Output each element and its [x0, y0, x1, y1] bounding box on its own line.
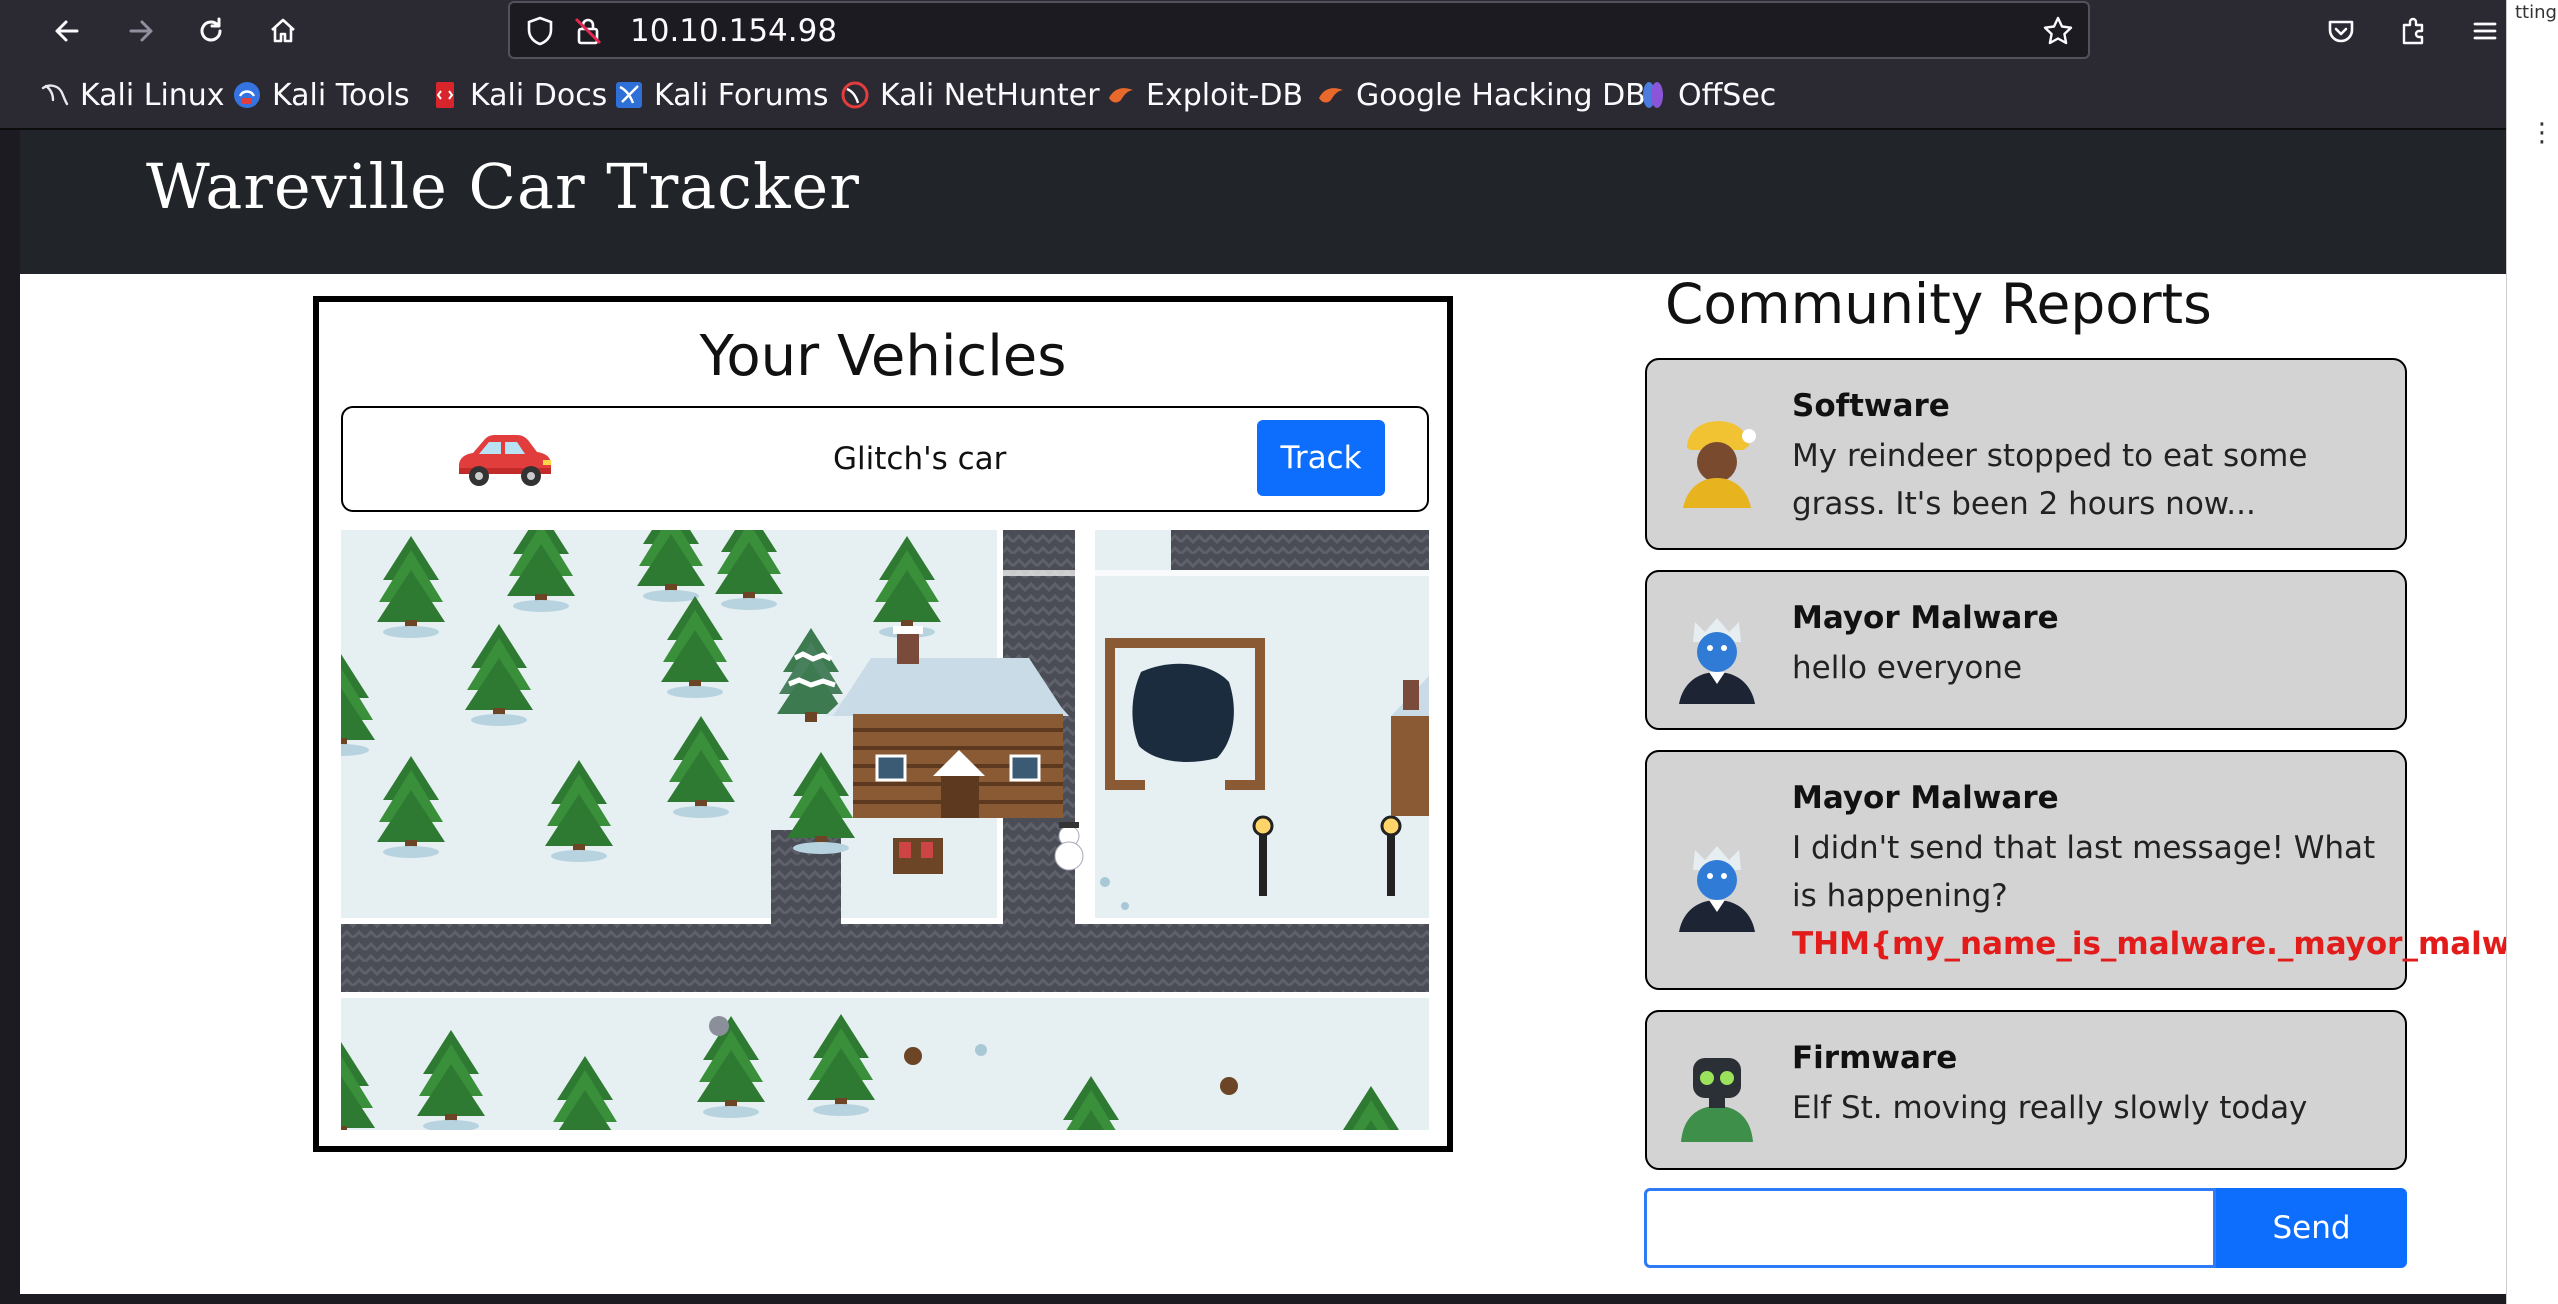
track-button[interactable]: Track [1257, 420, 1385, 496]
reload-button[interactable] [188, 8, 234, 54]
report-card: Software My reindeer stopped to eat some… [1645, 358, 2407, 550]
map-illustration [341, 530, 1429, 1130]
bookmark-label: Kali Forums [654, 77, 829, 113]
bookmarks-bar: Kali Linux Kali Tools Kali Docs Kali For… [0, 62, 2506, 130]
site-title: Wareville Car Tracker [146, 150, 860, 223]
ghdb-icon [1319, 88, 1343, 103]
report-card: Mayor Malware hello everyone [1645, 570, 2407, 730]
bookmark-label: OffSec [1678, 77, 1777, 113]
report-card: Firmware Elf St. moving really slowly to… [1645, 1010, 2407, 1170]
flag-text: THM{my_name_is_malware._mayor_malware} [1792, 926, 2506, 962]
vehicles-title: Your Vehicles [699, 324, 1067, 389]
report-author: Software [1792, 388, 1950, 424]
pocket-button[interactable] [2318, 8, 2364, 54]
kali-nethunter-icon [841, 81, 869, 109]
bookmark-kali-docs[interactable]: Kali Docs [430, 62, 607, 128]
software-elf-avatar [1683, 421, 1756, 508]
insecure-lock-icon[interactable] [572, 15, 604, 47]
vehicle-name: Glitch's car [833, 441, 1007, 477]
url-bar[interactable]: 10.10.154.98 [508, 1, 2090, 59]
reload-icon [200, 17, 222, 42]
kali-forums-icon [616, 82, 642, 108]
exploit-db-icon [1109, 88, 1133, 103]
extensions-button[interactable] [2390, 8, 2436, 54]
vehicle-row: Glitch's car Track [341, 406, 1429, 512]
community-reports-title: Community Reports [1665, 272, 2212, 336]
browser-toolbar: 10.10.154.98 [0, 0, 2506, 62]
bookmark-offsec[interactable]: OffSec [1638, 62, 1776, 128]
bookmark-label: Google Hacking DB [1356, 77, 1646, 113]
forward-button[interactable] [118, 8, 164, 54]
home-button[interactable] [260, 8, 306, 54]
report-message: My reindeer stopped to eat some grass. I… [1792, 438, 2308, 522]
mayor-malware-avatar [1679, 618, 1755, 704]
web-page: Wareville Car Tracker Your Vehicles Glit… [20, 130, 2506, 1294]
report-message-text: I didn't send that last message! What is… [1792, 830, 2376, 914]
firmware-robot-avatar [1681, 1058, 1753, 1142]
site-header: Wareville Car Tracker [20, 130, 2506, 274]
puzzle-icon [2402, 17, 2424, 45]
background-window-text: tting [2515, 2, 2557, 23]
report-message: Elf St. moving really slowly today [1792, 1090, 2308, 1126]
kali-docs-icon [436, 82, 454, 108]
report-card: Mayor Malware I didn't send that last me… [1645, 750, 2506, 990]
car-icon [459, 435, 551, 486]
message-input[interactable] [1644, 1188, 2216, 1268]
bookmark-google-hacking-db[interactable]: Google Hacking DB [1316, 62, 1646, 128]
kali-dragon-icon [41, 84, 69, 106]
bookmark-label: Kali Linux [80, 77, 225, 113]
report-message: hello everyone [1792, 650, 2023, 686]
bookmark-star-icon[interactable] [2042, 15, 2074, 47]
back-button[interactable] [44, 8, 90, 54]
hamburger-menu-icon [2473, 22, 2497, 40]
report-author: Mayor Malware [1792, 780, 2059, 816]
bookmark-label: Exploit-DB [1146, 77, 1304, 113]
mayor-malware-avatar [1679, 846, 1755, 932]
home-icon [271, 18, 295, 43]
shield-icon [527, 16, 553, 46]
bookmark-kali-tools[interactable]: Kali Tools [232, 62, 410, 128]
kali-tools-icon [234, 82, 260, 108]
report-author: Firmware [1792, 1040, 1958, 1076]
kebab-menu-icon[interactable]: ⋮ [2529, 118, 2555, 148]
url-text[interactable]: 10.10.154.98 [630, 3, 837, 59]
report-author: Mayor Malware [1792, 600, 2059, 636]
vehicles-panel: Your Vehicles Glitch's car Track [313, 296, 1453, 1152]
bookmark-kali-nethunter[interactable]: Kali NetHunter [840, 62, 1100, 128]
arrow-right-icon [129, 20, 153, 42]
menu-button[interactable] [2462, 8, 2508, 54]
send-button[interactable]: Send [2216, 1188, 2407, 1268]
report-message: I didn't send that last message! What is… [1792, 824, 2506, 968]
vehicle-map[interactable] [341, 530, 1429, 1130]
bookmark-label: Kali NetHunter [880, 77, 1100, 113]
bookmark-kali-forums[interactable]: Kali Forums [614, 62, 828, 128]
offsec-icon [1643, 82, 1663, 108]
bookmark-label: Kali Docs [470, 77, 608, 113]
bookmark-label: Kali Tools [272, 77, 410, 113]
pocket-icon [2328, 20, 2354, 43]
arrow-left-icon [55, 20, 79, 42]
bookmark-exploit-db[interactable]: Exploit-DB [1106, 62, 1303, 128]
background-window[interactable]: tting ⋮ [2506, 0, 2558, 1304]
browser-window: 10.10.154.98 Kali Linux Kali Tools Kali … [0, 0, 2506, 1304]
bookmark-kali-linux[interactable]: Kali Linux [40, 62, 225, 128]
